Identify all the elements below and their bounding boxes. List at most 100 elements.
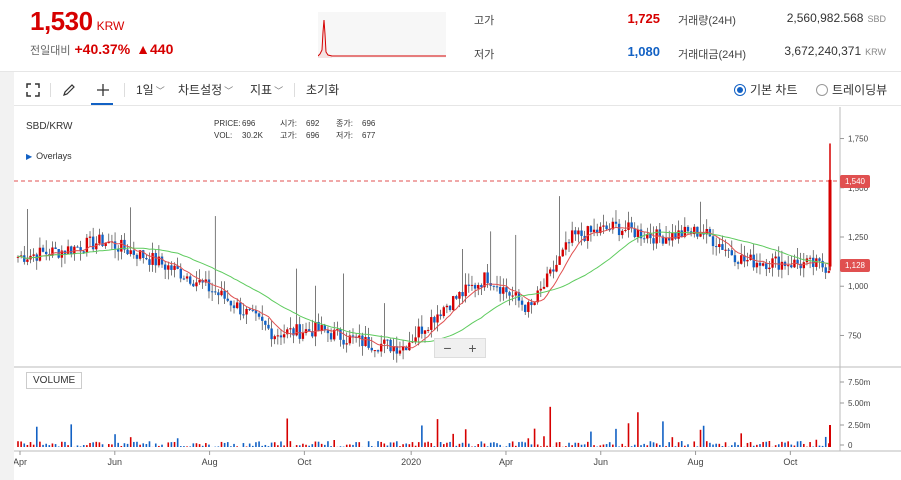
volume-bar [777, 444, 780, 447]
candle-body [721, 244, 724, 250]
fullscreen-icon[interactable] [26, 80, 40, 100]
volume-bar [317, 441, 320, 447]
candle-body [492, 285, 496, 287]
volume-bar [349, 444, 351, 447]
volume-bar [756, 444, 758, 447]
volume-bar [659, 444, 661, 447]
radio-selected-icon [734, 84, 746, 96]
interval-dropdown[interactable]: 1일 ﹀ [136, 80, 165, 100]
tradingview-radio[interactable]: 트레이딩뷰 [816, 80, 887, 100]
candle-body [752, 254, 755, 268]
low-label: 저가 [474, 49, 495, 61]
left-panel-strip [0, 72, 14, 480]
volume-bar [665, 446, 667, 447]
volume-bar [724, 442, 727, 447]
candle-body [430, 317, 433, 330]
volume-bar [205, 443, 207, 447]
zoom-in-button[interactable]: + [460, 339, 485, 357]
reset-button[interactable]: 초기화 [306, 80, 339, 100]
active-tool-indicator [91, 103, 113, 105]
candle-body [514, 292, 517, 296]
candle-body [771, 258, 774, 268]
moving-average-slow [17, 231, 829, 343]
candle-body [680, 230, 683, 237]
price-change: 전일대비 +40.37% ▲440 [30, 41, 173, 58]
candle-body [367, 337, 370, 348]
candle-body [746, 259, 749, 262]
volume-bar [286, 418, 289, 447]
volume-bar [383, 443, 386, 447]
candle-body [273, 336, 276, 340]
candle-body [527, 302, 530, 312]
candle-body [245, 308, 248, 315]
volume-bar [252, 445, 254, 447]
symbol-label: SBD/KRW [26, 121, 73, 132]
x-tick-label: Jun [593, 457, 608, 467]
chart-canvas[interactable]: 1,7501,5001,2501,0007507.50m5.00m2.50m0A… [14, 107, 901, 480]
candle-body [508, 292, 511, 296]
volume-bar [255, 442, 257, 447]
volume-bar [117, 442, 119, 447]
candle-body [724, 249, 727, 251]
volume-bar [327, 441, 329, 447]
radio-unselected-icon [816, 84, 828, 96]
volume-bar [70, 424, 73, 447]
volume-bar [809, 442, 811, 447]
volume-bar [762, 441, 764, 447]
candle-body [774, 256, 777, 259]
overlays-toggle[interactable]: ▶ Overlays [26, 151, 72, 161]
volume-bar [92, 442, 94, 447]
change-label: 전일대비 [30, 45, 71, 57]
candle-body [555, 264, 558, 272]
price-readout-label: PRICE: [214, 119, 241, 128]
volume-bar [558, 441, 561, 447]
candle-body [398, 350, 402, 354]
volume-bar [637, 412, 639, 447]
volume-bar [543, 436, 545, 447]
chart-settings-dropdown[interactable]: 차트설정 ﹀ [178, 80, 233, 100]
candle-body [154, 253, 157, 266]
volume-bar [220, 441, 223, 447]
volume-bar [17, 441, 19, 447]
volume-bar [330, 446, 332, 447]
volume-bar [380, 441, 382, 447]
candle-body [755, 262, 759, 268]
volume-bar [320, 443, 323, 447]
volume-24h-value: 2,560,982.568 [786, 11, 864, 25]
candlestick-chart[interactable]: 1,750 1,500 1,250 1,000 750 7.50m 5.00m 2.50m 0 A… [14, 107, 901, 480]
volume-bar [677, 442, 680, 447]
volume-bar [208, 444, 210, 447]
volume-bar [749, 442, 752, 447]
candle-body [320, 325, 323, 331]
candle-body [163, 264, 167, 270]
candle-body [617, 223, 621, 236]
candle-body [210, 291, 214, 293]
volume-bar [612, 444, 614, 447]
volume-bar [201, 445, 204, 447]
candle-body [461, 292, 464, 297]
volume-bar [621, 443, 624, 447]
indicators-dropdown[interactable]: 지표 ﹀ [250, 80, 283, 100]
volume-bar [26, 444, 29, 447]
basic-chart-radio[interactable]: 기본 차트 [734, 80, 798, 100]
candle-body [570, 230, 574, 243]
volume-bar [590, 431, 592, 447]
pencil-icon[interactable] [62, 80, 76, 100]
zoom-out-button[interactable]: − [435, 339, 460, 357]
candle-body [170, 265, 173, 270]
toolbar-divider [50, 83, 51, 97]
volume-bar [737, 444, 739, 447]
volume-bar [20, 441, 22, 447]
candle-body [433, 317, 436, 323]
candle-body [373, 350, 377, 352]
volume-bar [699, 429, 702, 447]
volume-bar [236, 446, 238, 447]
crosshair-icon[interactable] [96, 80, 110, 100]
vol-readout-value: 30.2K [242, 131, 263, 140]
candle-body [533, 302, 536, 306]
candle-body [699, 233, 702, 237]
volume-bar [98, 442, 101, 447]
candle-body [145, 257, 148, 260]
volume-bar [774, 445, 777, 447]
candle-body [408, 342, 411, 351]
